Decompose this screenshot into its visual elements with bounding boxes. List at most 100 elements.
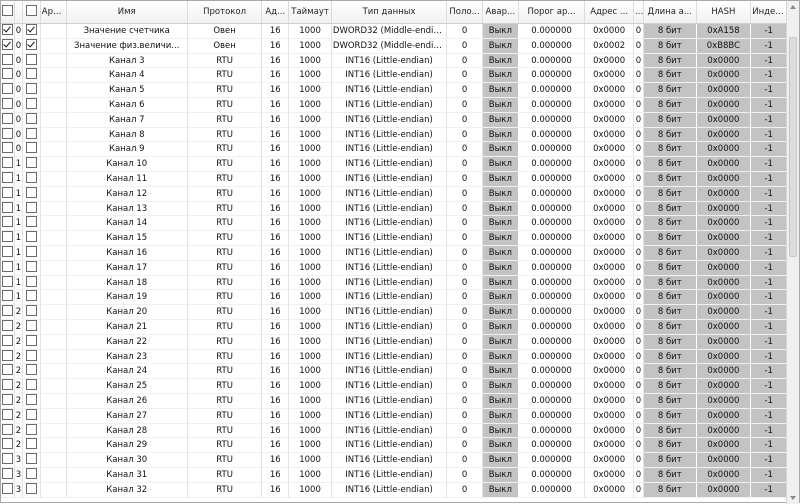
data-type[interactable]: INT16 (Little-endian) [331,245,448,261]
archive-checkbox[interactable] [22,438,41,454]
position[interactable]: 0 [447,379,483,394]
register-address[interactable]: 0x0000 [585,260,634,276]
position[interactable]: 0 [447,53,483,69]
data-type[interactable]: INT16 (Little-endian) [331,290,448,306]
timeout[interactable]: 1000 [289,127,332,143]
timeout[interactable]: 1000 [289,379,332,394]
row-checkbox[interactable] [1,438,15,454]
device-address[interactable]: 16 [262,319,290,335]
archive-checkbox[interactable] [22,393,41,409]
archive-checkbox[interactable] [22,245,41,261]
alarm-state[interactable]: Выкл [482,467,519,483]
device-address[interactable]: 16 [262,364,290,380]
channel-name[interactable]: Канал 30 [66,453,188,468]
alarm-threshold[interactable]: 0.000000 [518,260,586,276]
table-row[interactable]: 1 Канал 11 RTU 16 1000 INT16 (Little-endian) 0… [1,171,787,187]
protocol[interactable]: RTU [187,216,263,232]
table-row[interactable]: 1 Канал 18 RTU 16 1000 INT16 (Little-endian) 0… [1,275,787,291]
protocol[interactable]: RTU [187,275,263,291]
position[interactable]: 0 [447,68,483,84]
protocol[interactable]: Овен [187,24,263,39]
data-type[interactable]: INT16 (Little-endian) [331,231,448,246]
register-address[interactable]: 0x0000 [585,83,634,98]
alarm-state[interactable]: Выкл [482,53,519,69]
row-checkbox-box[interactable] [2,349,13,361]
archive-checkbox[interactable] [22,24,41,39]
table-row[interactable]: 1 Канал 13 RTU 16 1000 INT16 (Little-endian) 0… [1,201,787,217]
data-type[interactable]: INT16 (Little-endian) [331,127,448,143]
length[interactable]: 8 бит [643,231,697,246]
header-hash[interactable]: HASH [697,1,752,23]
row-checkbox[interactable] [1,112,15,128]
device-address[interactable]: 16 [262,24,290,39]
archive-checkbox[interactable] [22,467,41,483]
protocol[interactable]: RTU [187,157,263,172]
archive-checkbox[interactable] [22,453,41,468]
register-address[interactable]: 0x0000 [585,112,634,128]
row-checkbox[interactable] [1,290,15,306]
table-row[interactable]: 0 Значение счетчика Овен 16 1000 DWORD32 (Mid… [1,24,787,39]
device-address[interactable]: 16 [262,142,290,158]
archive-checkbox-box[interactable] [25,408,37,420]
archive-checkbox-box[interactable] [25,349,37,361]
register-address[interactable]: 0x0000 [585,482,634,498]
alarm-threshold[interactable]: 0.000000 [518,142,586,158]
device-address[interactable]: 16 [262,482,290,498]
alarm-state[interactable]: Выкл [482,364,519,380]
protocol[interactable]: RTU [187,112,263,128]
alarm-state[interactable]: Выкл [482,290,519,306]
alarm-state[interactable]: Выкл [482,423,519,439]
table-row[interactable]: 2 Канал 28 RTU 16 1000 INT16 (Little-endian) 0… [1,423,787,439]
timeout[interactable]: 1000 [289,467,332,483]
archive-checkbox-box[interactable] [25,290,37,302]
archive-checkbox-box[interactable] [25,364,37,376]
table-row[interactable]: 0 Канал 3 RTU 16 1000 INT16 (Little-endian) 0 В… [1,53,787,69]
table-row[interactable]: 3 Канал 30 RTU 16 1000 INT16 (Little-endian) 0… [1,453,787,468]
row-checkbox-box[interactable] [2,83,13,95]
length[interactable]: 8 бит [643,319,697,335]
archive-all-checkbox[interactable] [25,5,37,16]
archive-checkbox[interactable] [22,482,41,498]
data-type[interactable]: INT16 (Little-endian) [331,364,448,380]
alarm-state[interactable]: Выкл [482,231,519,246]
channel-name[interactable]: Канал 24 [66,364,188,380]
table-row[interactable]: 1 Канал 14 RTU 16 1000 INT16 (Little-endian) 0… [1,216,787,232]
timeout[interactable]: 1000 [289,171,332,187]
position[interactable]: 0 [447,142,483,158]
scroll-thumb[interactable] [789,37,797,257]
archive-checkbox[interactable] [22,349,41,365]
timeout[interactable]: 1000 [289,275,332,291]
position[interactable]: 0 [447,186,483,202]
protocol[interactable]: RTU [187,453,263,468]
timeout[interactable]: 1000 [289,68,332,84]
length[interactable]: 8 бит [643,364,697,380]
row-checkbox-box[interactable] [2,171,13,183]
row-checkbox-box[interactable] [2,364,13,376]
row-checkbox[interactable] [1,334,15,350]
row-checkbox[interactable] [1,186,15,202]
length[interactable]: 8 бит [643,38,697,54]
register-address[interactable]: 0x0000 [585,157,634,172]
alarm-state[interactable]: Выкл [482,157,519,172]
alarm-threshold[interactable]: 0.000000 [518,349,586,365]
row-checkbox-box[interactable] [2,201,13,213]
archive-checkbox-box[interactable] [25,438,37,450]
row-checkbox-box[interactable] [2,24,13,35]
register-address[interactable]: 0x0000 [585,305,634,320]
archive-checkbox[interactable] [22,408,41,424]
data-type[interactable]: INT16 (Little-endian) [331,53,448,69]
alarm-threshold[interactable]: 0.000000 [518,68,586,84]
archive-checkbox[interactable] [22,275,41,291]
archive-checkbox[interactable] [22,171,41,187]
length[interactable]: 8 бит [643,260,697,276]
protocol[interactable]: RTU [187,171,263,187]
row-checkbox[interactable] [1,127,15,143]
timeout[interactable]: 1000 [289,231,332,246]
alarm-state[interactable]: Выкл [482,408,519,424]
timeout[interactable]: 1000 [289,423,332,439]
data-type[interactable]: INT16 (Little-endian) [331,157,448,172]
protocol[interactable]: RTU [187,408,263,424]
protocol[interactable]: RTU [187,334,263,350]
archive-checkbox-box[interactable] [25,112,37,124]
position[interactable]: 0 [447,201,483,217]
